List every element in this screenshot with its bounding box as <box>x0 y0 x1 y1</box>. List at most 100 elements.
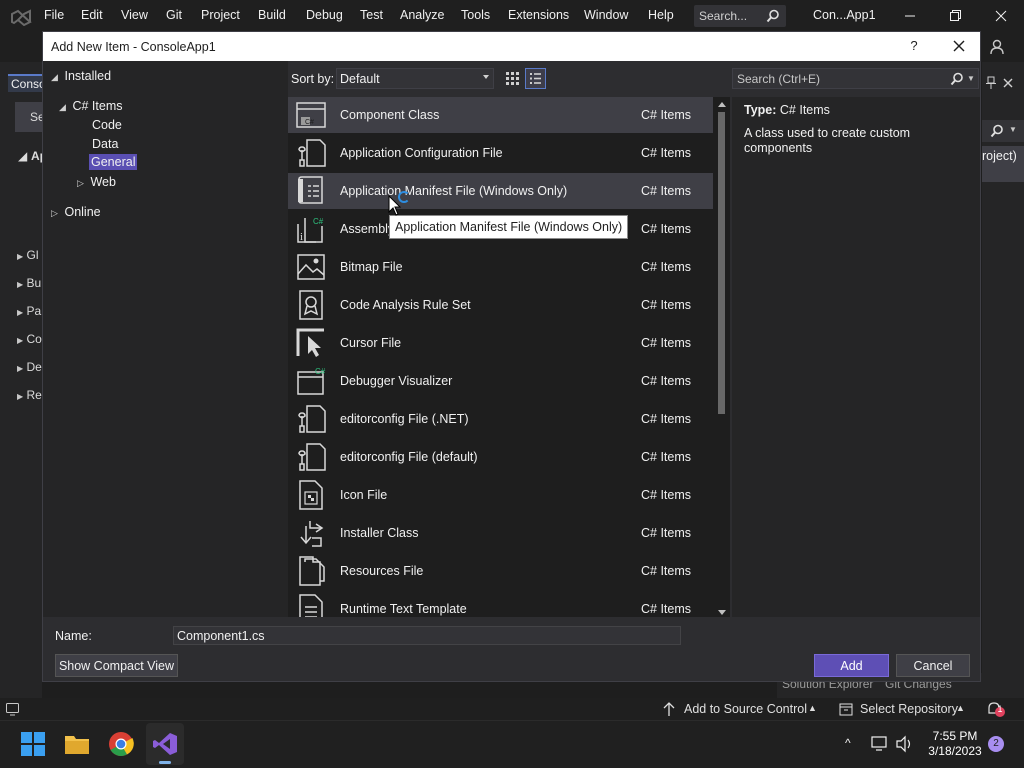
template-row-hovered[interactable]: Application Manifest File (Windows Only)… <box>288 173 713 209</box>
windows-start-icon[interactable] <box>20 731 46 757</box>
vs-left-panel: Conso Se ◢ Ap ▶ Gl ▶ Bu ▶ Pa ▶ Co ▶ De ▶… <box>0 62 47 698</box>
tree-label: Web <box>90 175 116 189</box>
left-tree-item[interactable]: ▶ Re <box>17 388 42 402</box>
list-view-icon <box>530 73 541 84</box>
clock-time: 7:55 PM <box>932 729 978 743</box>
left-tree-item[interactable]: ▶ Gl <box>17 248 39 262</box>
name-input[interactable] <box>173 626 681 645</box>
add-to-source-control[interactable]: Add to Source Control <box>684 702 807 716</box>
menu-build[interactable]: Build <box>258 8 286 22</box>
template-row[interactable]: Icon File C# Items <box>288 477 713 513</box>
template-search-input[interactable]: Search (Ctrl+E) ▼ <box>732 68 979 89</box>
menu-project[interactable]: Project <box>201 8 240 22</box>
cancel-button[interactable]: Cancel <box>896 654 970 677</box>
pin-icon[interactable] <box>985 76 997 90</box>
clock[interactable]: 7:55 PM 3/18/2023 <box>922 729 988 759</box>
restore-icon <box>950 10 961 21</box>
collapsed-triangle-icon: ▷ <box>77 178 84 188</box>
chevron-down-icon <box>483 75 489 79</box>
notification-badge[interactable]: 2 <box>988 736 1004 752</box>
tree-label-selected: General <box>89 154 138 170</box>
svg-text:C#: C# <box>315 367 326 376</box>
tree-node-web[interactable]: ▷ Web <box>77 175 116 189</box>
left-tree-item[interactable]: ▶ De <box>17 360 42 374</box>
dialog-close-button[interactable] <box>949 35 969 60</box>
template-type: C# Items <box>641 564 692 578</box>
tree-node-installed[interactable]: ◢ Installed <box>51 69 111 83</box>
template-row[interactable]: Runtime Text Template C# Items <box>288 591 713 617</box>
vs-taskbar-button[interactable] <box>146 723 184 765</box>
file-explorer-icon[interactable] <box>64 731 90 757</box>
chevron-down-icon: ▼ <box>967 74 975 83</box>
menu-analyze[interactable]: Analyze <box>400 8 444 22</box>
template-row[interactable]: Resources File C# Items <box>288 553 713 589</box>
template-row[interactable]: Installer Class C# Items <box>288 515 713 551</box>
grid-view-icon[interactable] <box>502 68 522 89</box>
chrome-icon[interactable] <box>108 731 134 757</box>
add-button[interactable]: Add <box>814 654 889 677</box>
select-repository[interactable]: Select Repository <box>860 702 958 716</box>
assembly-info-icon: i C# <box>297 217 324 243</box>
template-row[interactable]: Cursor File C# Items <box>288 325 713 361</box>
close-panel-icon[interactable] <box>1002 77 1014 89</box>
live-share-icon[interactable] <box>988 38 1006 56</box>
maximize-button[interactable] <box>945 6 965 26</box>
template-row[interactable]: C# Component Class C# Items <box>288 97 713 133</box>
close-icon <box>953 40 965 52</box>
menu-debug[interactable]: Debug <box>306 8 343 22</box>
detail-type: Type: C# Items <box>744 103 830 117</box>
template-row[interactable]: editorconfig File (default) C# Items <box>288 439 713 475</box>
show-compact-view-button[interactable]: Show Compact View <box>55 654 178 677</box>
menu-file[interactable]: File <box>44 8 64 22</box>
left-button[interactable]: Se <box>15 102 45 132</box>
template-type: C# Items <box>641 526 692 540</box>
scroll-up-arrow-icon[interactable] <box>718 102 726 107</box>
template-row[interactable]: Application Configuration File C# Items <box>288 135 713 171</box>
left-tree-label: Re <box>26 388 42 402</box>
menu-extensions[interactable]: Extensions <box>508 8 569 22</box>
template-row[interactable]: C# Debugger Visualizer C# Items <box>288 363 713 399</box>
help-button[interactable]: ? <box>907 38 921 53</box>
scroll-thumb[interactable] <box>718 112 725 414</box>
tree-node-online[interactable]: ▷ Online <box>51 205 101 219</box>
template-list-scrollbar[interactable] <box>714 100 729 617</box>
network-icon[interactable] <box>870 735 890 753</box>
scroll-down-arrow-icon[interactable] <box>718 610 726 615</box>
right-selected-row[interactable]: roject) <box>982 146 1024 182</box>
menu-help[interactable]: Help <box>648 8 674 22</box>
left-tree-item[interactable]: ▶ Pa <box>17 304 41 318</box>
menu-tools[interactable]: Tools <box>461 8 490 22</box>
template-type: C# Items <box>641 336 692 350</box>
list-view-button[interactable] <box>525 68 546 89</box>
manifest-file-icon <box>298 176 323 204</box>
template-row[interactable]: Code Analysis Rule Set C# Items <box>288 287 713 323</box>
close-window-button[interactable] <box>991 6 1011 26</box>
vs-search-box[interactable]: Search... <box>694 5 786 27</box>
menu-test[interactable]: Test <box>360 8 383 22</box>
tree-node-code[interactable]: Code <box>92 118 122 132</box>
template-row[interactable]: Bitmap File C# Items <box>288 249 713 285</box>
sort-by-value: Default <box>340 72 380 86</box>
tree-node-general[interactable]: General <box>89 154 138 170</box>
tree-node-csharp-items[interactable]: ◢ C# Items <box>59 99 123 113</box>
sort-by-dropdown[interactable]: Default <box>336 68 494 89</box>
chevron-up-icon[interactable]: ^ <box>845 736 851 750</box>
volume-icon[interactable] <box>895 735 915 753</box>
left-tab[interactable]: Conso <box>8 74 46 92</box>
icon-file-icon <box>299 480 323 510</box>
right-search-box[interactable]: ▼ <box>982 120 1024 142</box>
menu-view[interactable]: View <box>121 8 148 22</box>
template-row[interactable]: editorconfig File (.NET) C# Items <box>288 401 713 437</box>
installer-class-icon <box>300 521 324 547</box>
status-bar: Add to Source Control ▲ Select Repositor… <box>0 698 1024 720</box>
left-tree-item[interactable]: ▶ Co <box>17 332 42 346</box>
left-tree-expand[interactable]: ◢ <box>18 149 27 163</box>
tree-node-data[interactable]: Data <box>92 137 118 151</box>
minimize-button[interactable] <box>900 6 920 26</box>
menu-window[interactable]: Window <box>584 8 628 22</box>
config-file-icon <box>298 139 326 167</box>
left-tree-item[interactable]: ▶ Bu <box>17 276 41 290</box>
menu-edit[interactable]: Edit <box>81 8 103 22</box>
notifications-icon[interactable] <box>985 700 1007 718</box>
menu-git[interactable]: Git <box>166 8 182 22</box>
